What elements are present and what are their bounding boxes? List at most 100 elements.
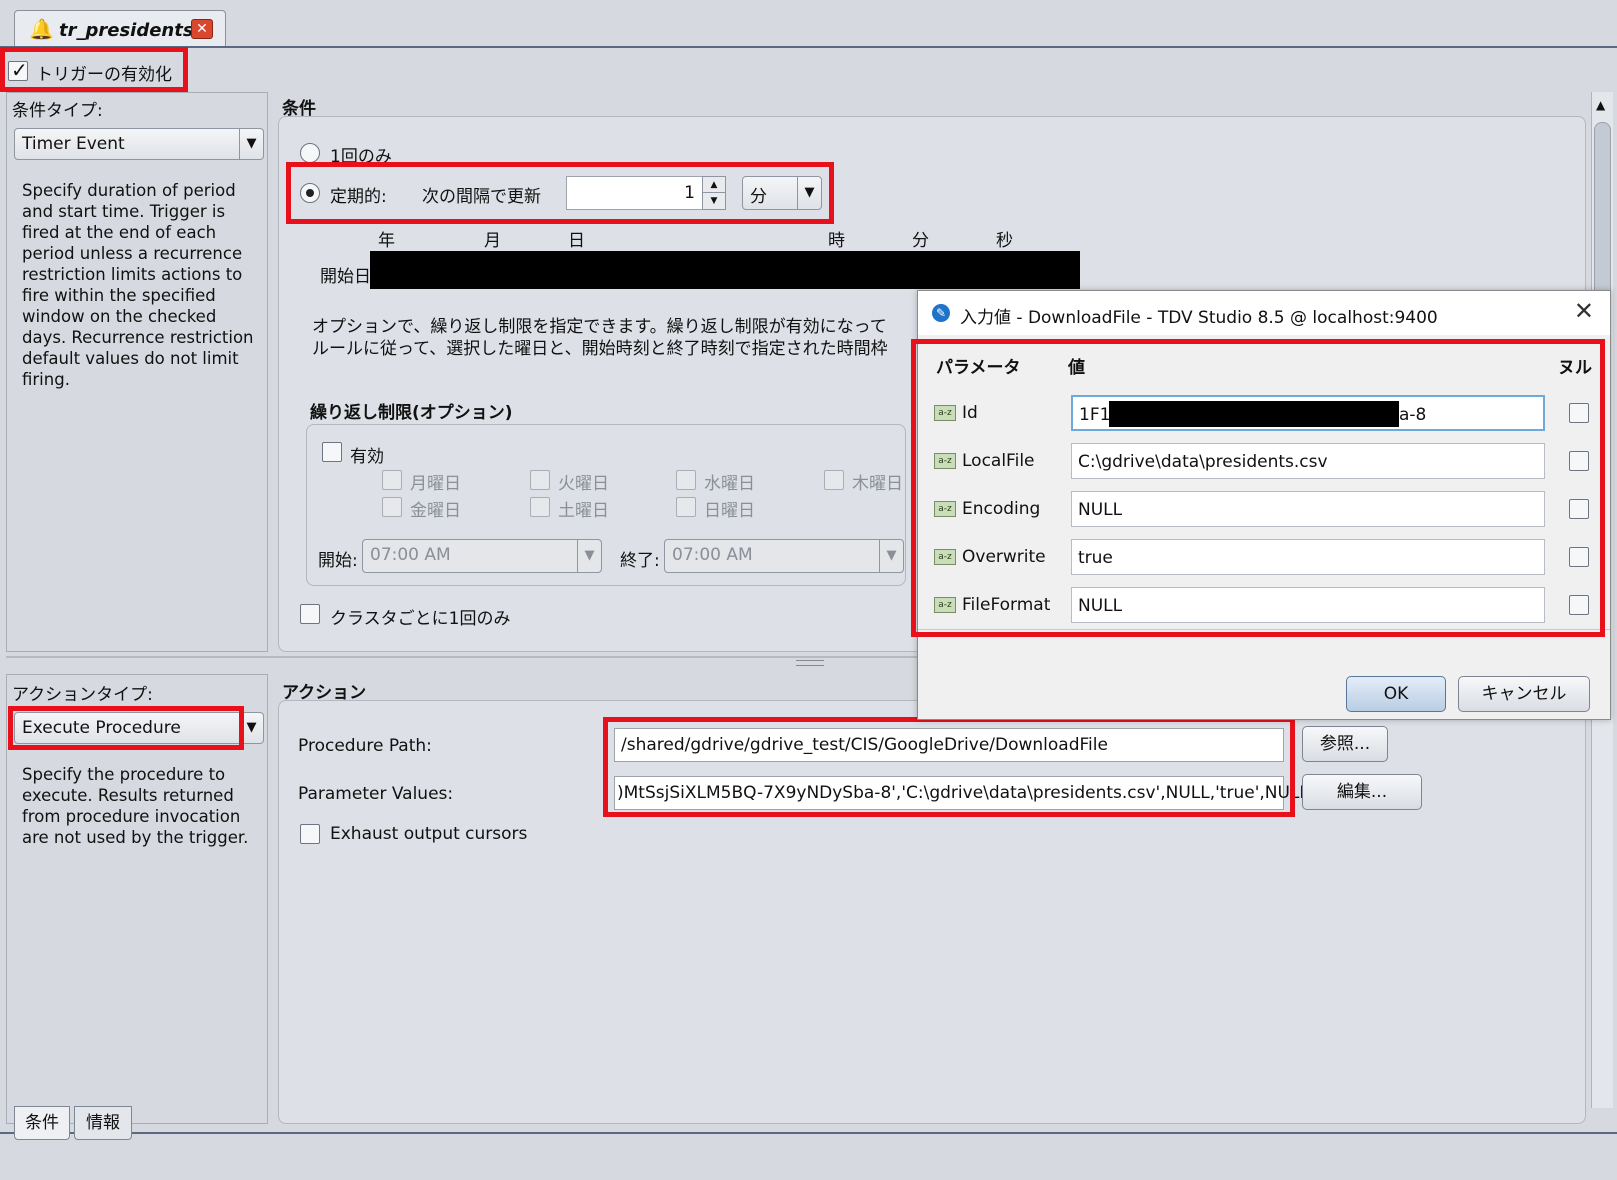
minute-header: 分 xyxy=(912,231,929,251)
exhaust-cursors-checkbox[interactable] xyxy=(300,824,320,844)
document-tab[interactable]: 🔔 tr_presidents ✕ xyxy=(14,10,226,48)
enable-trigger-label: トリガーの有効化 xyxy=(36,65,172,85)
day-checkbox-sat[interactable] xyxy=(530,497,550,517)
param-value-overwrite[interactable]: true xyxy=(1071,539,1545,575)
day-label-sat: 土曜日 xyxy=(558,501,609,521)
start-date-label: 開始日 xyxy=(320,267,371,287)
bottom-tab-info[interactable]: 情報 xyxy=(74,1106,132,1140)
interval-stepper[interactable]: ▲ ▼ xyxy=(702,176,726,210)
input-values-dialog: ✎ 入力値 - DownloadFile - TDV Studio 8.5 @ … xyxy=(917,290,1611,720)
action-panel xyxy=(278,700,1586,1124)
param-name-fileformat: FileFormat xyxy=(962,595,1051,615)
ok-button[interactable]: OK xyxy=(1346,676,1446,712)
dialog-title: 入力値 - DownloadFile - TDV Studio 8.5 @ lo… xyxy=(960,308,1438,328)
day-checkbox-mon[interactable] xyxy=(382,470,402,490)
day-header: 日 xyxy=(568,231,585,251)
procedure-path-input[interactable]: /shared/gdrive/gdrive_test/CIS/GoogleDri… xyxy=(614,728,1284,762)
bell-icon: 🔔 xyxy=(29,17,54,41)
null-checkbox-encoding[interactable] xyxy=(1569,499,1589,519)
bottom-divider xyxy=(0,1132,1617,1134)
once-per-cluster-checkbox[interactable] xyxy=(300,604,320,624)
stepper-down-icon[interactable]: ▼ xyxy=(703,193,725,209)
null-checkbox-fileformat[interactable] xyxy=(1569,595,1589,615)
splitter-handle-icon[interactable] xyxy=(796,660,824,666)
chevron-down-icon: ▼ xyxy=(879,540,903,572)
interval-unit-select[interactable]: 分 ▼ xyxy=(742,176,822,210)
browse-button[interactable]: 参照... xyxy=(1302,726,1388,762)
recurrence-title: 繰り返し制限(オプション) xyxy=(310,403,513,423)
option-text-2: ルールに従って、選択した曜日と、開始時刻と終了時刻で指定された時間枠 xyxy=(312,339,888,359)
action-type-label: アクションタイプ: xyxy=(12,685,153,705)
periodic-radio[interactable] xyxy=(300,183,320,203)
once-radio[interactable] xyxy=(300,143,320,163)
chevron-down-icon: ▼ xyxy=(239,129,263,159)
tab-title: tr_presidents xyxy=(59,20,194,41)
parameter-values-input[interactable]: )MtSsjSiXLM5BQ-7X9yNDySba-8','C:\gdrive\… xyxy=(614,776,1309,810)
day-checkbox-wed[interactable] xyxy=(676,470,696,490)
day-label-tue: 火曜日 xyxy=(558,474,609,494)
recurrence-enable-checkbox[interactable] xyxy=(322,442,342,462)
exhaust-cursors-label: Exhaust output cursors xyxy=(330,824,528,844)
col-param-header: パラメータ xyxy=(936,358,1021,378)
col-null-header: ヌル xyxy=(1558,358,1592,378)
close-tab-icon[interactable]: ✕ xyxy=(191,19,213,39)
condition-type-label: 条件タイプ: xyxy=(12,101,103,121)
action-type-select[interactable]: Execute Procedure ▼ xyxy=(14,712,264,744)
hour-header: 時 xyxy=(828,231,845,251)
cancel-button[interactable]: キャンセル xyxy=(1458,676,1590,712)
string-type-icon: a-z xyxy=(934,405,956,421)
app-icon: ✎ xyxy=(932,304,950,322)
end-time-select[interactable]: 07:00 AM ▼ xyxy=(664,539,904,573)
once-label: 1回のみ xyxy=(330,147,392,167)
null-checkbox-id[interactable] xyxy=(1569,403,1589,423)
param-value-localfile[interactable]: C:\gdrive\data\presidents.csv xyxy=(1071,443,1545,479)
redacted-id xyxy=(1109,401,1399,427)
string-type-icon: a-z xyxy=(934,453,956,469)
enable-trigger-checkbox[interactable]: ✓ xyxy=(8,58,28,82)
stepper-up-icon[interactable]: ▲ xyxy=(703,177,725,193)
day-label-thu: 木曜日 xyxy=(852,474,903,494)
col-value-header: 値 xyxy=(1068,358,1085,378)
condition-description: Specify duration of period and start tim… xyxy=(22,181,254,389)
day-checkbox-sun[interactable] xyxy=(676,497,696,517)
month-header: 月 xyxy=(484,231,501,251)
day-checkbox-thu[interactable] xyxy=(824,470,844,490)
day-checkbox-fri[interactable] xyxy=(382,497,402,517)
interval-label: 次の間隔で更新 xyxy=(422,187,541,207)
redacted-start-date xyxy=(370,251,1080,289)
null-checkbox-overwrite[interactable] xyxy=(1569,547,1589,567)
recurrence-enable-label: 有効 xyxy=(350,447,384,467)
second-header: 秒 xyxy=(996,231,1013,251)
param-name-id: Id xyxy=(962,403,978,423)
chevron-down-icon: ▼ xyxy=(239,713,263,743)
condition-type-select[interactable]: Timer Event ▼ xyxy=(14,128,264,160)
start-time-select[interactable]: 07:00 AM ▼ xyxy=(362,539,602,573)
scroll-up-icon[interactable]: ▲ xyxy=(1596,98,1605,112)
day-checkbox-tue[interactable] xyxy=(530,470,550,490)
interval-input[interactable]: 1 xyxy=(566,176,704,210)
close-icon[interactable]: ✕ xyxy=(1574,297,1594,325)
param-value-fileformat[interactable]: NULL xyxy=(1071,587,1545,623)
end-time-label: 終了: xyxy=(620,551,660,571)
string-type-icon: a-z xyxy=(934,597,956,613)
action-description: Specify the procedure to execute. Result… xyxy=(22,765,249,847)
param-name-encoding: Encoding xyxy=(962,499,1041,519)
year-header: 年 xyxy=(378,231,395,251)
start-time-label: 開始: xyxy=(318,551,358,571)
tab-divider xyxy=(0,46,1617,48)
checkmark-icon: ✓ xyxy=(11,58,28,82)
string-type-icon: a-z xyxy=(934,549,956,565)
param-value-encoding[interactable]: NULL xyxy=(1071,491,1545,527)
param-value-id[interactable]: 1F1 a-8 xyxy=(1071,395,1545,431)
periodic-label: 定期的: xyxy=(330,187,387,207)
procedure-path-label: Procedure Path: xyxy=(298,736,432,756)
bottom-tab-conditions[interactable]: 条件 xyxy=(14,1106,70,1140)
day-label-mon: 月曜日 xyxy=(410,474,461,494)
edit-button[interactable]: 編集... xyxy=(1302,774,1422,810)
day-label-fri: 金曜日 xyxy=(410,501,461,521)
chevron-down-icon: ▼ xyxy=(577,540,601,572)
dialog-divider xyxy=(918,629,1610,630)
null-checkbox-localfile[interactable] xyxy=(1569,451,1589,471)
chevron-down-icon: ▼ xyxy=(797,177,821,209)
param-name-localfile: LocalFile xyxy=(962,451,1035,471)
